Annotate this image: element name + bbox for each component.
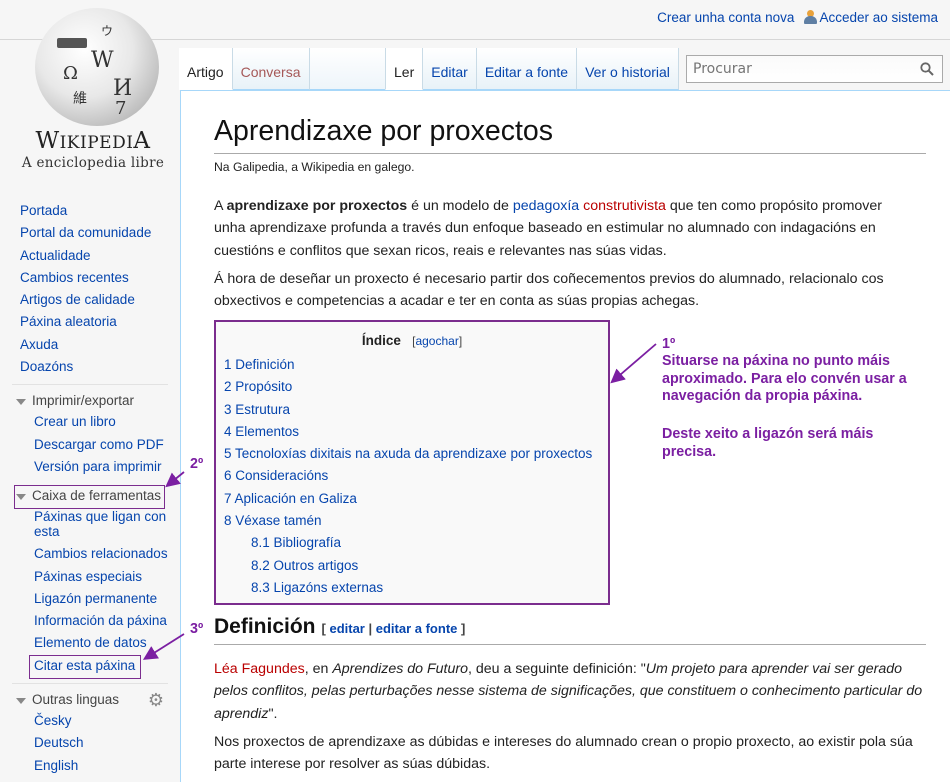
toc-item[interactable]: 5 Tecnoloxías dixitais na axuda da apren… (224, 446, 592, 461)
sidebar-item-create-book[interactable]: Crear un libro (34, 411, 168, 433)
sidebar-item-current-events[interactable]: Actualidade (20, 245, 178, 267)
print-export-heading[interactable]: Imprimir/exportar (12, 391, 168, 411)
toolbox-portlet: Caixa de ferramentas Páxinas que ligan c… (12, 480, 168, 677)
wikipedia-logo[interactable]: W Ω И 維 7 ウ WIKIPEDIA A enciclopedia lib… (8, 0, 178, 180)
languages-portlet: Outras linguas ⚙ Česky Deutsch English (12, 683, 168, 777)
search-input[interactable] (687, 56, 907, 82)
main-navigation: Portada Portal da comunidade Actualidade… (0, 200, 178, 378)
languages-heading[interactable]: Outras linguas (12, 690, 168, 710)
section-edit-source-link[interactable]: editar a fonte (376, 621, 458, 636)
toc-hide-toggle[interactable]: agochar (415, 334, 458, 348)
language-link-english[interactable]: English (34, 755, 168, 777)
search-box (686, 55, 943, 83)
logo-wordmark: WIKIPEDIA (35, 128, 151, 154)
intro-paragraph-1: A aprendizaxe por proxectos é un modelo … (214, 198, 883, 259)
collapse-triangle-icon (16, 698, 26, 705)
toc-item[interactable]: 4 Elementos (224, 424, 299, 439)
toc-item[interactable]: 7 Aplicación en Galiza (224, 491, 357, 506)
globe-glyph: ウ (101, 24, 114, 38)
tab-article[interactable]: Artigo (179, 48, 233, 90)
view-tabs: Ler Editar Editar a fonte Ver o historia… (385, 48, 679, 90)
login-link-wrapper[interactable]: Acceder ao sistema (804, 10, 938, 25)
collapse-triangle-icon (16, 399, 26, 406)
tab-talk[interactable]: Conversa (232, 48, 310, 90)
annotation-step1-text: Situarse na páxina no punto máis aproxim… (662, 353, 907, 404)
globe-glyph: 維 (73, 91, 87, 107)
globe-glyph: 7 (115, 98, 127, 119)
sidebar-item-related-changes[interactable]: Cambios relacionados (34, 543, 168, 565)
sidebar-item-special-pages[interactable]: Páxinas especiais (34, 566, 168, 588)
toc-subitem[interactable]: 8.1 Bibliografía (251, 535, 341, 550)
toolbox-highlight (14, 485, 165, 509)
globe-glyph: W (91, 48, 114, 73)
toc-item[interactable]: 8 Véxase tamén (224, 513, 322, 528)
page-title: Aprendizaxe por proxectos (214, 115, 554, 147)
sidebar-item-printable-version[interactable]: Versión para imprimir (34, 456, 168, 478)
tab-edit[interactable]: Editar (423, 48, 477, 90)
table-of-contents: Índice [agochar] 1 Definición 2 Propósit… (214, 320, 610, 605)
login-link[interactable]: Acceder ao sistema (819, 10, 938, 25)
intro-paragraph-2: Á hora de deseñar un proxecto é necesari… (214, 271, 884, 310)
toc-item[interactable]: 1 Definición (224, 357, 295, 372)
sidebar-item-random-page[interactable]: Páxina aleatoria (20, 311, 178, 333)
puzzle-globe-icon: W Ω И 維 7 ウ (35, 8, 159, 126)
tab-edit-source[interactable]: Editar a fonte (476, 48, 578, 90)
namespace-tabs: Artigo Conversa (179, 48, 392, 90)
sidebar-item-donate[interactable]: Doazóns (20, 356, 178, 378)
logo-tagline: A enciclopedia libre (21, 155, 165, 171)
language-link-german[interactable]: Deutsch (34, 732, 168, 754)
annotation-step3-label: 3º (190, 621, 204, 637)
toc-item[interactable]: 2 Propósito (224, 379, 292, 394)
sidebar-item-featured-articles[interactable]: Artigos de calidade (20, 289, 178, 311)
sidebar-item-download-pdf[interactable]: Descargar como PDF (34, 434, 168, 456)
tab-spacer (309, 48, 392, 90)
toc-item[interactable]: 3 Estrutura (224, 402, 290, 417)
toc-item[interactable]: 6 Consideracións (224, 468, 328, 483)
section-edit-links: [ editar | editar a fonte ] (321, 621, 466, 636)
sidebar-item-help[interactable]: Axuda (20, 334, 178, 356)
user-icon (804, 10, 818, 24)
language-link-czech[interactable]: Česky (34, 710, 168, 732)
sidebar-item-what-links-here[interactable]: Páxinas que ligan con esta (34, 506, 168, 543)
toc-subitem[interactable]: 8.3 Ligazóns externas (251, 580, 383, 595)
sidebar-item-recent-changes[interactable]: Cambios recentes (20, 267, 178, 289)
sidebar-item-community-portal[interactable]: Portal da comunidade (20, 222, 178, 244)
title-divider (214, 153, 926, 154)
tab-history[interactable]: Ver o historial (577, 48, 679, 90)
search-icon[interactable] (920, 62, 934, 76)
link-pedagoxia[interactable]: pedagoxía (513, 198, 579, 214)
create-account-link[interactable]: Crear unha conta nova (657, 10, 794, 25)
globe-glyph: Ω (63, 63, 78, 84)
definition-paragraph: Léa Fagundes, en Aprendizes do Futuro, d… (214, 661, 923, 722)
annotation-step1-label: 1º (662, 336, 676, 352)
toc-title: Índice [agochar] (361, 333, 463, 348)
cite-page-highlight (29, 655, 141, 679)
print-export-portlet: Imprimir/exportar Crear un libro Descarg… (12, 384, 168, 478)
toc-subitem[interactable]: 8.2 Outros artigos (251, 558, 358, 573)
definition-paragraph-2: Nos proxectos de aprendizaxe as dúbidas … (214, 734, 913, 773)
section-divider (214, 644, 926, 645)
section-heading-definicion: Definición[ editar | editar a fonte ] (214, 615, 466, 638)
gear-icon[interactable]: ⚙ (148, 691, 164, 709)
sidebar-item-permanent-link[interactable]: Ligazón permanente (34, 588, 168, 610)
tab-read[interactable]: Ler (385, 48, 424, 90)
sidebar-item-portada[interactable]: Portada (20, 200, 178, 222)
annotation-step2-label: 2º (190, 456, 204, 472)
site-subtitle: Na Galipedia, a Wikipedia en galego. (214, 160, 415, 174)
link-lea-fagundes[interactable]: Léa Fagundes (214, 661, 305, 677)
sidebar-item-wikidata-item[interactable]: Elemento de datos (34, 632, 168, 654)
personal-tools: Crear unha conta nova Acceder ao sistema (657, 10, 938, 25)
annotation-step1-note: Deste xeito a ligazón será máis precisa. (662, 426, 874, 460)
sidebar-item-page-info[interactable]: Información da páxina (34, 610, 168, 632)
link-construtivista[interactable]: construtivista (583, 198, 666, 214)
section-edit-link[interactable]: editar (329, 621, 364, 636)
